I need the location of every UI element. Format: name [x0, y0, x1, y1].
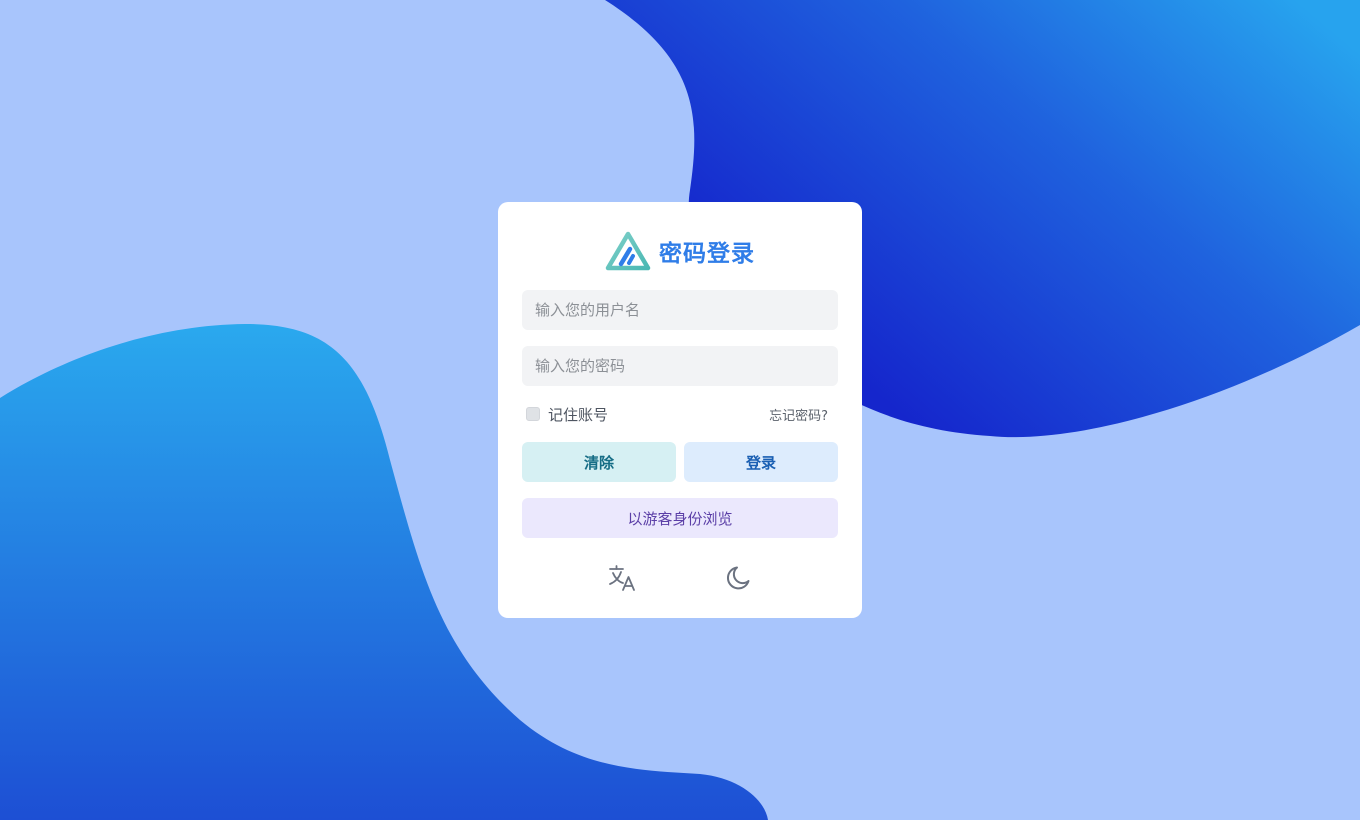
page-title: 密码登录	[659, 241, 755, 267]
login-button[interactable]: 登录	[684, 442, 838, 482]
login-header: 密码登录	[498, 230, 862, 272]
guest-browse-button[interactable]: 以游客身份浏览	[522, 498, 838, 538]
forgot-password-link[interactable]: 忘记密码?	[769, 405, 828, 424]
remember-account-checkbox[interactable]: 记住账号	[526, 404, 608, 424]
brand-logo-icon	[605, 231, 651, 271]
checkbox-box[interactable]	[526, 407, 540, 421]
password-input[interactable]	[522, 346, 838, 386]
clear-button[interactable]: 清除	[522, 442, 676, 482]
username-input[interactable]	[522, 290, 838, 330]
login-options: 记住账号 忘记密码?	[522, 402, 838, 426]
translate-icon[interactable]	[606, 562, 638, 594]
login-card: 密码登录 记住账号 忘记密码? 清除 登录 以游客身份浏览	[498, 202, 862, 618]
moon-icon[interactable]	[722, 562, 754, 594]
remember-account-label: 记住账号	[548, 405, 609, 424]
